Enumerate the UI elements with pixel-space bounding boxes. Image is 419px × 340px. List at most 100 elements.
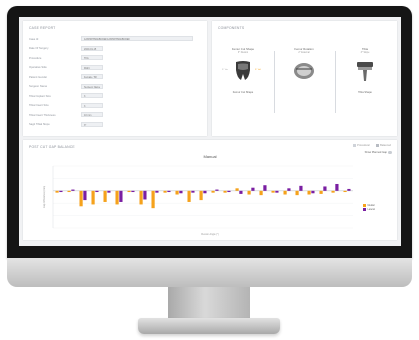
component-divider — [335, 51, 336, 113]
medial-bar — [139, 190, 143, 205]
case-report-row: Procedure TKA — [29, 55, 201, 61]
case-report-row: Sagit Tibial Slope 3° — [29, 121, 201, 128]
medial-bar — [67, 190, 71, 193]
lateral-bar — [335, 183, 339, 191]
medial-bar — [247, 190, 251, 195]
lateral-bar — [107, 190, 111, 193]
medial-bar — [55, 190, 59, 193]
lateral-bar — [119, 190, 123, 202]
case-report-row: Surgeon Name Surgeon Name — [29, 83, 201, 90]
case-field-value: 3 — [81, 93, 103, 98]
case-field-value: Surgeon Name — [81, 83, 103, 89]
case-field-value: 2020-01-15 — [81, 45, 103, 51]
component-name: Femur Cut Shape — [231, 47, 255, 51]
lateral-bar — [155, 190, 159, 193]
case-report-row: Tibial Insert Thickness 10 mm — [29, 112, 201, 118]
case-field-value: 3 — [81, 102, 103, 108]
component-divider — [274, 51, 275, 113]
case-field-label: Tibial Insert Size — [29, 104, 49, 107]
medial-bar — [151, 190, 155, 209]
monitor-screen: CASE REPORT Case Id 1234567890ABCDEF12345… — [19, 17, 401, 246]
lateral-bar — [311, 190, 315, 194]
component-tibia[interactable]: Tibia 3° Slope Tibia Shape — [341, 47, 389, 119]
case-report-row: Date Of Surgery 2020-01-15 — [29, 45, 201, 52]
lateral-bar — [71, 189, 75, 191]
legend-item[interactable]: Medial — [363, 204, 375, 207]
component-left-value: 3° Var — [222, 69, 228, 71]
case-report-row: Patient Gender Female / 68 — [29, 74, 201, 80]
lateral-bar — [275, 190, 279, 193]
case-field-value: 1234567890ABCDEF1234567890ABCDEF — [81, 36, 193, 41]
lateral-bar — [287, 188, 291, 191]
medial-bar — [271, 190, 275, 193]
lateral-bar — [143, 190, 147, 200]
case-field-label: Case Id — [29, 37, 39, 41]
chart-side-legend: Medial Lateral — [363, 204, 375, 212]
component-name: Femur Rotation — [294, 47, 314, 51]
femoral-implant-icon — [236, 61, 250, 80]
case-report-panel: CASE REPORT Case Id 1234567890ABCDEF12345… — [23, 21, 207, 136]
case-field-value: TKA — [81, 55, 103, 60]
case-report-row: Tibial Implant Size 3 — [29, 93, 201, 99]
gap-balance-panel: POST CUT GAP BALANCE Procedural Balanced… — [23, 140, 397, 240]
component-footer: Femur Cut Shape — [232, 91, 254, 94]
medial-bar — [91, 190, 95, 205]
case-field-label: Surgeon Name — [29, 85, 48, 88]
component-name: Tibia — [362, 47, 368, 51]
medial-bar — [103, 190, 107, 202]
lateral-bar — [227, 190, 231, 193]
gap-balance-chart: Gap Difference (mm) — [43, 165, 353, 229]
lateral-bar — [95, 190, 99, 193]
case-report-title: CASE REPORT — [29, 26, 56, 30]
lateral-bar — [251, 187, 255, 191]
case-field-label: Date Of Surgery — [29, 47, 49, 50]
lateral-bar — [203, 190, 207, 194]
components-title: COMPONENTS — [218, 26, 245, 30]
monitor-stand-base — [138, 318, 280, 334]
lateral-bar — [323, 186, 327, 191]
medial-bar — [319, 190, 323, 194]
case-field-label: Procedure — [29, 56, 42, 60]
components-panel: COMPONENTS Femur Cut Shape 3° Flexion 3°… — [212, 21, 397, 136]
medial-bar — [187, 190, 191, 202]
lateral-bar — [299, 185, 303, 191]
legend-label: Lateral — [367, 208, 375, 211]
component-subvalue: 3° Flexion — [237, 52, 249, 54]
lateral-bar — [191, 190, 195, 193]
medial-bar — [331, 190, 335, 193]
medial-bar — [295, 190, 299, 196]
component-footer: Tibia Shape — [358, 91, 372, 94]
legend-label: Medial — [367, 204, 375, 207]
monitor-stand-neck — [168, 287, 250, 320]
legend-swatch — [363, 204, 366, 207]
case-report-row: Tibial Insert Size 3 — [29, 102, 201, 109]
case-field-label: Tibial Insert Thickness — [29, 113, 56, 117]
case-field-label: Patient Gender — [29, 75, 48, 79]
lateral-bar — [239, 190, 243, 194]
case-field-value: 3° — [81, 121, 103, 127]
medial-bar — [79, 190, 83, 207]
case-field-value: Right — [81, 64, 103, 70]
case-report-row: Case Id 1234567890ABCDEF1234567890ABCDEF — [29, 36, 201, 42]
component-femur-rotation[interactable]: Femur Rotation 2° External — [280, 47, 328, 119]
case-report-row: Operative Side Right — [29, 64, 201, 71]
medial-bar — [283, 190, 287, 195]
component-femur-cut[interactable]: Femur Cut Shape 3° Flexion 3° Var 3° Val… — [219, 47, 267, 119]
component-right-value: 3° Val — [255, 69, 261, 71]
medial-bar — [235, 188, 239, 191]
monitor-chin — [7, 258, 412, 287]
lateral-bar — [131, 190, 135, 193]
medial-bar — [259, 190, 263, 196]
case-field-label: Tibial Implant Size — [29, 94, 51, 98]
medial-bar — [115, 190, 119, 205]
medial-bar — [199, 190, 203, 201]
component-subvalue: 3° Slope — [360, 52, 370, 54]
case-field-value: Female / 68 — [81, 74, 103, 79]
legend-item[interactable]: Lateral — [363, 208, 375, 211]
lateral-bar — [215, 189, 219, 191]
medial-bar — [223, 190, 227, 193]
medial-bar — [175, 190, 179, 195]
medial-bar — [127, 190, 131, 193]
tibial-implant-icon — [357, 62, 373, 81]
lateral-bar — [263, 185, 267, 191]
